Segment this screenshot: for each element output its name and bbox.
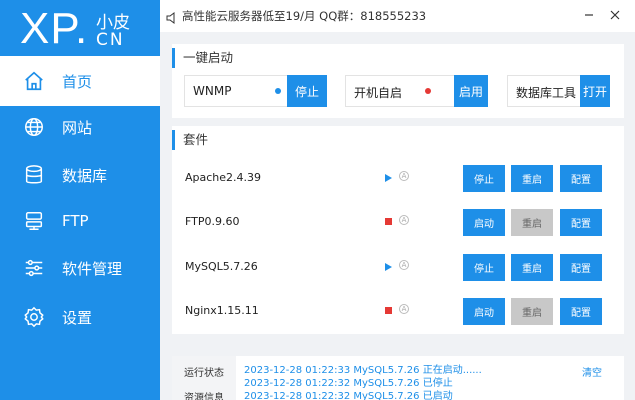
- ftp-restart-button[interactable]: 重启: [511, 209, 553, 236]
- suite-title: 套件: [172, 130, 208, 150]
- logo-domain: CN: [96, 30, 125, 50]
- wnmp-box: WNMP 停止: [184, 75, 327, 107]
- server-icon: [22, 209, 46, 233]
- service-name: Nginx1.15.11: [185, 304, 259, 317]
- quick-start-panel: 一键启动 WNMP 停止 开机自启 启用 数据库工具 打开: [172, 44, 624, 118]
- service-name: MySQL5.7.26: [185, 260, 258, 273]
- wnmp-stop-button[interactable]: 停止: [287, 75, 327, 107]
- db-tool-label: 数据库工具: [516, 86, 577, 100]
- app-logo: XP. 小皮 CN: [0, 0, 160, 56]
- autostart-enable-button[interactable]: 启用: [454, 75, 488, 107]
- suite-panel: 套件 Apache2.4.39 A 停止 重启 配置 FTP0.9.60 A 启…: [172, 126, 624, 334]
- sidebar-item-website[interactable]: 网站: [0, 102, 160, 152]
- sidebar-item-home[interactable]: 首页: [0, 56, 160, 106]
- autostart-box: 开机自启 启用: [345, 75, 488, 107]
- ftp-config-button[interactable]: 配置: [560, 209, 602, 236]
- auto-start-icon[interactable]: A: [399, 260, 409, 270]
- mysql-stop-button[interactable]: 停止: [463, 254, 505, 281]
- database-icon: [22, 163, 46, 187]
- close-button[interactable]: [606, 6, 624, 24]
- ftp-start-button[interactable]: 启动: [463, 209, 505, 236]
- sidebar-item-label: 网站: [62, 118, 93, 137]
- clear-log-button[interactable]: 清空: [582, 364, 602, 379]
- service-name: FTP0.9.60: [185, 215, 240, 228]
- home-icon: [22, 69, 46, 93]
- stopped-status-icon: [385, 307, 392, 314]
- sidebar-item-settings[interactable]: 设置: [0, 292, 160, 342]
- log-line: 2023-12-28 01:22:32 MySQL5.7.26 已启动: [244, 391, 453, 400]
- sidebar-item-label: FTP: [62, 212, 89, 230]
- sliders-icon: [22, 256, 46, 280]
- quick-start-title: 一键启动: [172, 48, 233, 68]
- autostart-label: 开机自启: [354, 86, 403, 100]
- running-status-icon: [385, 263, 392, 271]
- mysql-restart-button[interactable]: 重启: [511, 254, 553, 281]
- nginx-restart-button[interactable]: 重启: [511, 298, 553, 325]
- apache-restart-button[interactable]: 重启: [511, 165, 553, 192]
- service-row-ftp: FTP0.9.60 A 启动 重启 配置: [172, 201, 624, 245]
- log-tabs: 运行状态 资源信息: [172, 356, 236, 400]
- wnmp-status-dot: [275, 88, 281, 94]
- globe-icon: [22, 115, 46, 139]
- sidebar-item-label: 数据库: [62, 166, 108, 185]
- service-row-apache: Apache2.4.39 A 停止 重启 配置: [172, 157, 624, 201]
- stopped-status-icon: [385, 218, 392, 225]
- tab-run-status[interactable]: 运行状态: [184, 364, 224, 379]
- db-tool-open-button[interactable]: 打开: [580, 75, 610, 107]
- service-row-nginx: Nginx1.15.11 A 启动 重启 配置: [172, 290, 624, 334]
- auto-start-icon[interactable]: A: [399, 304, 409, 314]
- nginx-config-button[interactable]: 配置: [560, 298, 602, 325]
- minimize-button[interactable]: [580, 6, 598, 24]
- service-row-mysql: MySQL5.7.26 A 停止 重启 配置: [172, 246, 624, 290]
- auto-start-icon[interactable]: A: [399, 171, 409, 181]
- auto-start-icon[interactable]: A: [399, 215, 409, 225]
- sidebar-item-label: 软件管理: [62, 259, 123, 278]
- log-panel: 运行状态 资源信息 2023-12-28 01:22:33 MySQL5.7.2…: [172, 356, 624, 400]
- sidebar-item-label: 设置: [62, 308, 93, 327]
- running-status-icon: [385, 174, 392, 182]
- apache-config-button[interactable]: 配置: [560, 165, 602, 192]
- db-tool-box: 数据库工具 打开: [507, 75, 610, 107]
- sidebar-item-software[interactable]: 软件管理: [0, 243, 160, 293]
- autostart-status-dot: [425, 88, 431, 94]
- speaker-icon: [166, 9, 178, 28]
- gear-icon: [22, 305, 46, 329]
- nginx-start-button[interactable]: 启动: [463, 298, 505, 325]
- sidebar-item-ftp[interactable]: FTP: [0, 196, 160, 246]
- tab-resource-info[interactable]: 资源信息: [184, 389, 224, 400]
- sidebar-item-database[interactable]: 数据库: [0, 150, 160, 200]
- service-name: Apache2.4.39: [185, 171, 262, 184]
- logo-main: XP.: [20, 4, 89, 53]
- announcement-text: 高性能云服务器低至19/月 QQ群：818555233: [182, 9, 427, 23]
- title-bar: 高性能云服务器低至19/月 QQ群：818555233: [160, 0, 635, 32]
- mysql-config-button[interactable]: 配置: [560, 254, 602, 281]
- wnmp-label: WNMP: [193, 84, 232, 98]
- sidebar: XP. 小皮 CN 首页 网站 数据库 FTP 软件管理 设置: [0, 0, 160, 400]
- sidebar-item-label: 首页: [62, 72, 93, 91]
- apache-stop-button[interactable]: 停止: [463, 165, 505, 192]
